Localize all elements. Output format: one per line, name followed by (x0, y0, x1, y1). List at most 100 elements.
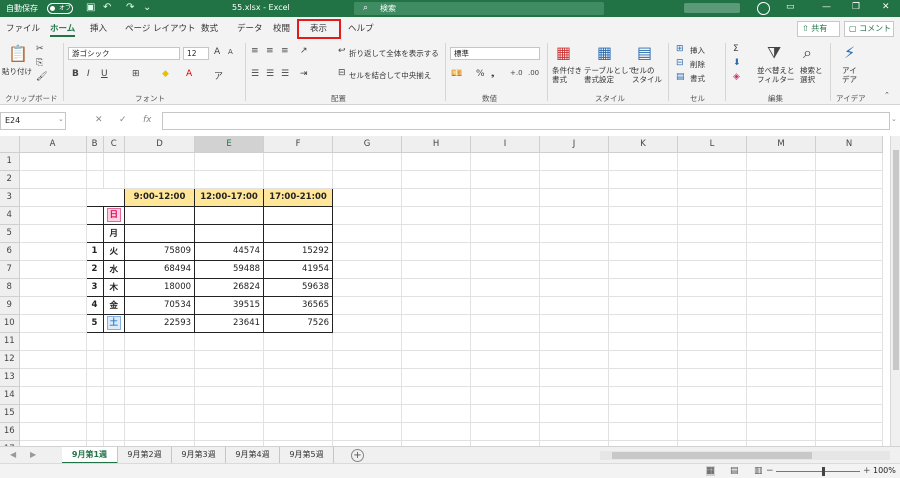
cell[interactable] (19, 368, 87, 387)
cell[interactable] (332, 386, 403, 405)
cell-value[interactable]: 15292 (263, 241, 334, 261)
cell[interactable] (86, 422, 104, 441)
cell[interactable] (401, 242, 472, 261)
column-header[interactable]: H (401, 136, 472, 153)
vertical-scrollbar[interactable] (890, 136, 900, 446)
cell[interactable] (332, 170, 403, 189)
phonetic-icon[interactable]: ア (214, 69, 223, 82)
cell[interactable] (194, 332, 265, 351)
cell[interactable] (401, 386, 472, 405)
cell[interactable] (470, 224, 541, 243)
format-cells-button[interactable]: 書式 (690, 73, 705, 84)
comment-button[interactable]: ▢ コメント (844, 21, 894, 37)
cell[interactable] (815, 332, 884, 351)
align-middle-icon[interactable]: ≡ (266, 46, 274, 56)
cell[interactable] (401, 260, 472, 279)
cell[interactable] (746, 296, 817, 315)
column-header[interactable]: C (103, 136, 126, 153)
sheet-prev-icon[interactable]: ◀ (10, 450, 16, 459)
cell[interactable] (124, 332, 196, 351)
cell[interactable] (401, 404, 472, 423)
cell[interactable] (539, 170, 610, 189)
cut-icon[interactable]: ✂ (36, 44, 44, 54)
sheet-tab[interactable]: 9月第3週 (172, 447, 226, 464)
cell[interactable] (746, 242, 817, 261)
cell[interactable] (19, 260, 87, 279)
cell[interactable] (103, 368, 126, 387)
cell-time-header[interactable]: 17:00-21:00 (263, 187, 334, 207)
select-all-corner[interactable] (0, 136, 20, 153)
format-as-table-icon[interactable]: ▦ (597, 43, 612, 62)
grow-font-icon[interactable]: A (214, 47, 220, 57)
cell[interactable] (677, 332, 748, 351)
cell[interactable] (332, 422, 403, 441)
expand-formula-icon[interactable]: ⌄ (891, 115, 897, 123)
cell[interactable] (815, 296, 884, 315)
row-header[interactable]: 15 (0, 404, 20, 423)
cell-num[interactable]: 1 (85, 241, 104, 261)
cell[interactable] (86, 350, 104, 369)
cell[interactable] (103, 170, 126, 189)
cell[interactable] (539, 350, 610, 369)
cell[interactable] (401, 368, 472, 387)
cell[interactable] (332, 404, 403, 423)
cell[interactable] (746, 206, 817, 225)
paste-button[interactable]: 貼り付け (2, 66, 32, 77)
cell-num[interactable] (85, 205, 104, 225)
undo-icon[interactable]: ↶ (103, 2, 111, 13)
row-header[interactable]: 6 (0, 242, 20, 261)
cell-value[interactable]: 59638 (263, 277, 334, 297)
merge-center-icon[interactable]: ⊟ (338, 68, 346, 78)
number-format-select[interactable]: 標準 (450, 47, 540, 60)
tab-formulas[interactable]: 数式 (201, 22, 218, 34)
horizontal-scrollbar[interactable] (600, 451, 890, 460)
row-header[interactable]: 4 (0, 206, 20, 225)
tab-file[interactable]: ファイル (6, 22, 40, 34)
cell-value[interactable]: 18000 (124, 277, 196, 297)
row-header[interactable]: 8 (0, 278, 20, 297)
cell[interactable] (19, 386, 87, 405)
cell[interactable] (815, 242, 884, 261)
cell[interactable] (470, 368, 541, 387)
cell[interactable] (124, 404, 196, 423)
cell[interactable] (608, 260, 679, 279)
cell[interactable] (677, 368, 748, 387)
column-header[interactable]: N (815, 136, 884, 153)
tab-page-layout[interactable]: ページ レイアウト (125, 22, 196, 34)
cell[interactable] (815, 206, 884, 225)
row-header[interactable]: 1 (0, 152, 20, 171)
cell[interactable] (332, 242, 403, 261)
cell-day[interactable]: 木 (102, 277, 126, 297)
find-select-icon[interactable]: ⌕ (803, 43, 812, 63)
cell-b3[interactable] (85, 187, 126, 207)
cell[interactable] (815, 386, 884, 405)
cell[interactable] (470, 314, 541, 333)
cell[interactable] (19, 296, 87, 315)
name-box[interactable]: E24 (0, 112, 66, 130)
cell-time-header[interactable]: 12:00-17:00 (194, 187, 265, 207)
align-right-icon[interactable]: ☰ (281, 69, 289, 79)
cell-value[interactable]: 39515 (194, 295, 265, 315)
cell[interactable] (263, 386, 334, 405)
column-header[interactable]: I (470, 136, 541, 153)
cell[interactable] (103, 332, 126, 351)
cell[interactable] (470, 296, 541, 315)
cell[interactable] (263, 332, 334, 351)
cell[interactable] (86, 404, 104, 423)
cell[interactable] (608, 422, 679, 441)
cell-value[interactable]: 22593 (124, 313, 196, 333)
name-box-dropdown-icon[interactable]: ⌄ (58, 115, 64, 123)
cell[interactable] (677, 314, 748, 333)
cell[interactable] (815, 278, 884, 297)
cell[interactable] (86, 332, 104, 351)
enter-icon[interactable]: ✓ (119, 115, 127, 125)
comma-style-icon[interactable]: ❟ (491, 69, 495, 79)
cell[interactable] (677, 152, 748, 171)
cell-value[interactable]: 23641 (194, 313, 265, 333)
cell[interactable] (608, 314, 679, 333)
orientation-icon[interactable]: ↗ (300, 46, 308, 56)
cell-day[interactable]: 火 (102, 241, 126, 261)
cell[interactable] (124, 422, 196, 441)
cell[interactable] (677, 278, 748, 297)
column-header[interactable]: L (677, 136, 748, 153)
